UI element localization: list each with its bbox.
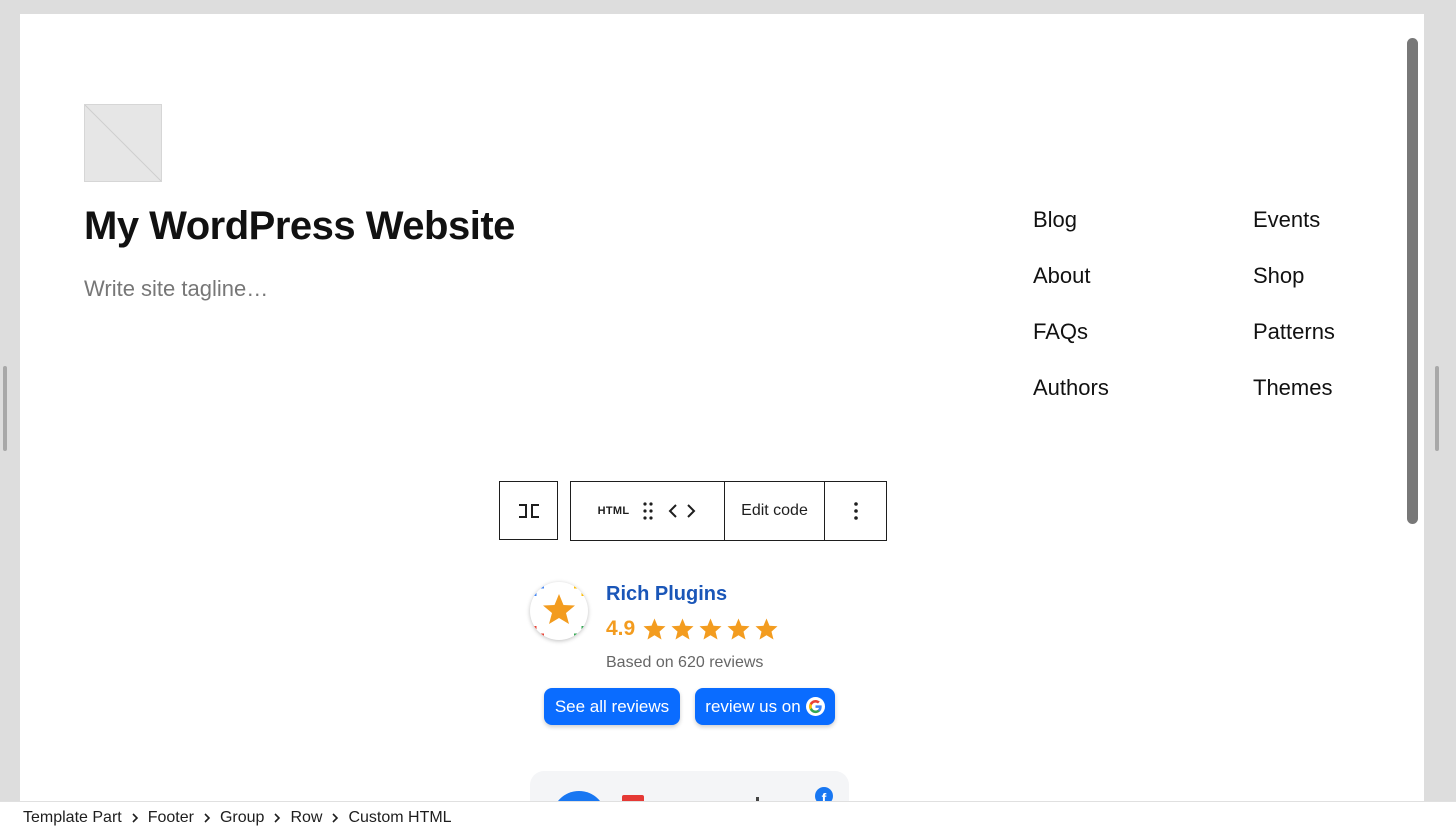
chevron-right-icon [264,812,290,823]
right-resize-handle[interactable] [1435,366,1439,451]
facebook-icon: f [815,787,833,801]
review-count-text: Based on 620 reviews [606,654,764,671]
drag-handle-icon[interactable] [643,501,653,521]
rating-row: 4.9 [606,617,779,641]
more-options-button[interactable] [825,482,886,540]
chevron-right-icon [194,812,220,823]
block-toolbar: HTML Edit code [570,481,887,541]
block-type-group: HTML [571,482,725,540]
more-vertical-icon [853,502,858,520]
row-block-icon [518,503,539,518]
nav-link-about[interactable]: About [1033,263,1091,289]
breadcrumb-footer[interactable]: Footer [148,809,194,827]
nav-link-events[interactable]: Events [1253,207,1320,233]
rich-plugins-logo-icon [531,583,587,639]
chevron-right-icon [322,812,348,823]
google-icon [805,697,825,716]
chevron-right-icon [122,812,148,823]
review-us-label: review us on [705,696,801,716]
nav-link-themes[interactable]: Themes [1253,375,1332,401]
nav-link-shop[interactable]: Shop [1253,263,1304,289]
star-icon [643,618,666,640]
breadcrumb-row[interactable]: Row [290,809,322,827]
site-logo-placeholder[interactable] [84,104,162,182]
star-icon [755,618,778,640]
star-icon [727,618,750,640]
review-us-button[interactable]: review us on [695,688,835,725]
see-all-reviews-button[interactable]: See all reviews [544,688,680,725]
edit-code-button[interactable]: Edit code [725,482,825,540]
nav-link-patterns[interactable]: Patterns [1253,319,1335,345]
business-name-link[interactable]: Rich Plugins [606,583,727,606]
block-breadcrumb: Template Part Footer Group Row Custom HT… [0,801,1456,833]
vertical-scrollbar-thumb[interactable] [1407,38,1418,524]
business-avatar [530,582,588,640]
nav-link-faqs[interactable]: FAQs [1033,319,1088,345]
reviewer-avatar [552,791,606,801]
review-card: f [530,771,849,801]
site-title[interactable]: My WordPress Website [84,204,515,249]
move-arrows-icon[interactable] [667,501,697,521]
star-icon [699,618,722,640]
breadcrumb-group[interactable]: Group [220,809,264,827]
star-icon [671,618,694,640]
logo-placeholder-icon [84,104,162,182]
select-parent-block-button[interactable] [499,481,558,540]
rating-value: 4.9 [606,617,636,640]
see-all-reviews-label: See all reviews [554,696,670,716]
left-resize-handle[interactable] [3,366,7,451]
nav-link-authors[interactable]: Authors [1033,375,1109,401]
breadcrumb-template-part[interactable]: Template Part [23,809,122,827]
breadcrumb-custom-html: Custom HTML [348,808,452,826]
html-block-type-button[interactable]: HTML [598,505,630,517]
editor-canvas: My WordPress Website Write site tagline…… [20,14,1424,801]
nav-link-blog[interactable]: Blog [1033,207,1077,233]
site-tagline[interactable]: Write site tagline… [84,276,268,302]
